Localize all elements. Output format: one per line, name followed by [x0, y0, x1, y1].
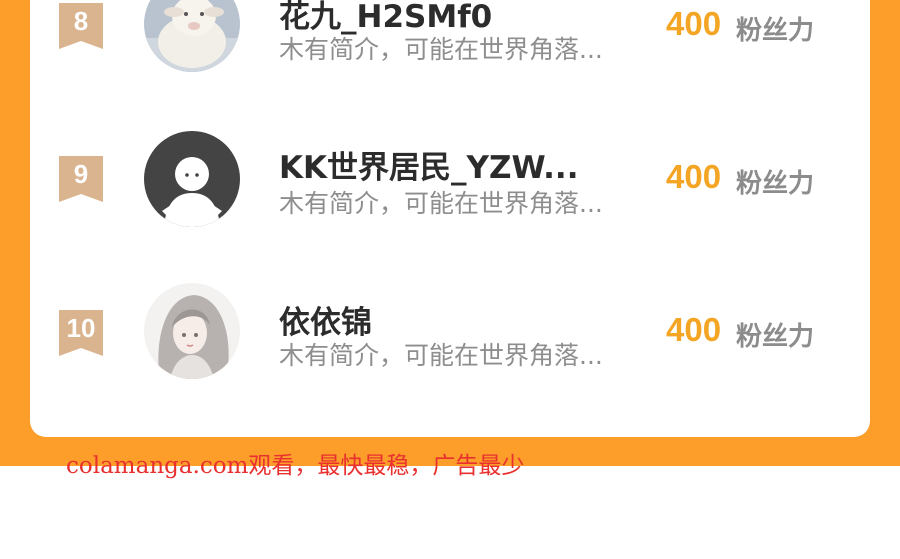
follower-count: 400 [666, 158, 722, 195]
user-bio: 木有简介，可能在世界角落... [279, 341, 603, 370]
rank-badge: 8 [59, 3, 103, 49]
anime-girl-avatar-icon[interactable] [144, 283, 240, 379]
ranking-row[interactable]: 8 花九_H2SMf0 木有简介，可能在世界角落... 400 粉丝力 [30, 0, 870, 90]
follower-count: 400 [666, 5, 722, 42]
ranking-card: 8 花九_H2SMf0 木有简介，可能在世界角落... 400 粉丝力 9 KK… [30, 0, 870, 437]
ranking-row[interactable]: 10 依依锦 木有简介，可能在世界角落... 400 粉丝力 [30, 265, 870, 395]
user-bio: 木有简介，可能在世界角落... [279, 35, 603, 64]
rank-badge: 9 [59, 156, 103, 202]
user-name[interactable]: KK世界居民_YZW... [279, 142, 578, 187]
rank-badge: 10 [59, 310, 103, 356]
ranking-row[interactable]: 9 KK世界居民_YZW... 木有简介，可能在世界角落... 400 粉丝力 [30, 110, 870, 240]
rank-number: 9 [73, 159, 89, 189]
follower-unit: 粉丝力 [736, 322, 815, 352]
follower-unit: 粉丝力 [736, 169, 815, 199]
user-bio: 木有简介，可能在世界角落... [279, 189, 603, 218]
rank-number: 8 [73, 6, 89, 36]
sheep-avatar-icon[interactable] [144, 0, 240, 72]
rank-number: 10 [66, 313, 96, 343]
follower-unit: 粉丝力 [736, 16, 815, 46]
default-user-avatar-icon[interactable] [144, 131, 240, 227]
follower-count: 400 [666, 311, 722, 348]
watermark-text: colamanga.com观看，最快最稳，广告最少 [66, 453, 525, 479]
